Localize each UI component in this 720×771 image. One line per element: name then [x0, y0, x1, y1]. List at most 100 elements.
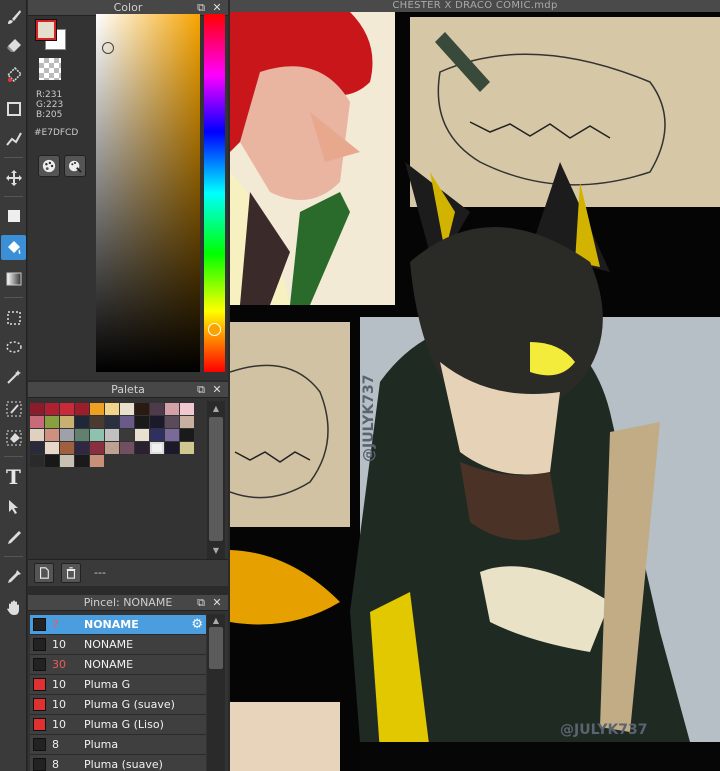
- palette-swatch[interactable]: [180, 442, 194, 454]
- palette-swatch[interactable]: [165, 403, 179, 415]
- palette-swatch[interactable]: [30, 442, 44, 454]
- palette-swatch[interactable]: [135, 403, 149, 415]
- palette-swatch[interactable]: [45, 403, 59, 415]
- palette-swatch[interactable]: [60, 455, 74, 467]
- palette-swatch[interactable]: [135, 429, 149, 441]
- palette-swatch[interactable]: [30, 455, 44, 467]
- close-icon[interactable]: ✕: [211, 383, 223, 396]
- palette-swatch[interactable]: [135, 416, 149, 428]
- palette-swatch[interactable]: [165, 442, 179, 454]
- palette-swatch[interactable]: [150, 442, 164, 454]
- palette-swatch[interactable]: [135, 442, 149, 454]
- palette-swatch[interactable]: [105, 403, 119, 415]
- palette-swatch[interactable]: [45, 455, 59, 467]
- brush-list-item[interactable]: 10 Pluma G: [30, 675, 206, 695]
- gear-icon[interactable]: ⚙: [191, 617, 203, 632]
- color-picker-palette-button[interactable]: [64, 155, 86, 177]
- palette-name[interactable]: ---: [94, 566, 106, 579]
- saturation-value-cursor[interactable]: [102, 42, 114, 54]
- undock-icon[interactable]: ⧉: [195, 383, 207, 396]
- undock-icon[interactable]: ⧉: [195, 1, 207, 14]
- palette-swatch[interactable]: [90, 442, 104, 454]
- scroll-up-icon[interactable]: ▲: [209, 616, 223, 626]
- brush-list-item[interactable]: 10 Pluma G (Liso): [30, 715, 206, 735]
- saturation-value-picker[interactable]: [96, 14, 200, 372]
- scroll-up-icon[interactable]: ▲: [209, 404, 223, 414]
- hue-slider[interactable]: [204, 14, 225, 372]
- select-lasso-tool[interactable]: [1, 335, 26, 360]
- move-tool[interactable]: [1, 165, 26, 190]
- palette-swatch[interactable]: [165, 416, 179, 428]
- comic-artwork[interactable]: @JULYK737 @JULYK737: [230, 12, 720, 771]
- palette-swatch[interactable]: [150, 416, 164, 428]
- palette-swatch[interactable]: [120, 442, 134, 454]
- palette-swatch[interactable]: [75, 429, 89, 441]
- close-icon[interactable]: ✕: [211, 1, 223, 14]
- palette-swatch[interactable]: [105, 442, 119, 454]
- palette-swatch[interactable]: [45, 416, 59, 428]
- palette-swatch[interactable]: [90, 416, 104, 428]
- brush-list-item[interactable]: 8 Pluma (suave): [30, 755, 206, 771]
- brush-list-item[interactable]: 7 NONAME ⚙: [30, 615, 206, 635]
- palette-swatch[interactable]: [60, 442, 74, 454]
- palette-swatch[interactable]: [150, 403, 164, 415]
- palette-swatch[interactable]: [180, 429, 194, 441]
- delete-palette-button[interactable]: [61, 563, 81, 583]
- palette-swatch[interactable]: [30, 429, 44, 441]
- palette-swatch[interactable]: [60, 429, 74, 441]
- palette-swatch[interactable]: [105, 416, 119, 428]
- scroll-down-icon[interactable]: ▼: [209, 546, 223, 556]
- canvas-area[interactable]: CHESTER X DRACO COMIC.mdp @JULYK737 @JUL…: [230, 0, 720, 771]
- hand-tool[interactable]: [1, 595, 26, 620]
- foreground-color-swatch[interactable]: [36, 20, 56, 40]
- line-tool[interactable]: [1, 126, 26, 151]
- brush-list-item[interactable]: 10 NONAME: [30, 635, 206, 655]
- close-icon[interactable]: ✕: [211, 596, 223, 609]
- eraser-soft-tool[interactable]: [1, 62, 26, 87]
- bucket-tool[interactable]: [1, 235, 26, 260]
- palette-swatch[interactable]: [75, 416, 89, 428]
- palette-swatch[interactable]: [150, 429, 164, 441]
- brush-list-item[interactable]: 30 NONAME: [30, 655, 206, 675]
- select-rect-tool[interactable]: [1, 305, 26, 330]
- palette-swatch[interactable]: [180, 403, 194, 415]
- palette-swatch[interactable]: [120, 416, 134, 428]
- brush-list-item[interactable]: 10 Pluma G (suave): [30, 695, 206, 715]
- text-tool[interactable]: T: [1, 464, 26, 489]
- select-eraser-tool[interactable]: [1, 425, 26, 450]
- palette-swatch[interactable]: [45, 429, 59, 441]
- palette-swatch[interactable]: [105, 429, 119, 441]
- palette-swatch[interactable]: [75, 442, 89, 454]
- gradient-tool[interactable]: [1, 266, 26, 291]
- shape-tool[interactable]: [1, 96, 26, 121]
- palette-swatch[interactable]: [180, 416, 194, 428]
- magic-wand-tool[interactable]: [1, 364, 26, 389]
- palette-swatch[interactable]: [30, 403, 44, 415]
- palette-swatch[interactable]: [60, 416, 74, 428]
- fill-rect-tool[interactable]: [1, 203, 26, 228]
- palette-scroll-thumb[interactable]: [209, 417, 223, 541]
- palette-swatch[interactable]: [165, 429, 179, 441]
- brush-tool[interactable]: [1, 4, 26, 29]
- palette-swatch[interactable]: [120, 429, 134, 441]
- transparent-color-swatch[interactable]: [39, 58, 61, 80]
- divide-tool[interactable]: [1, 525, 26, 550]
- eraser-tool[interactable]: [1, 33, 26, 58]
- new-palette-button[interactable]: [34, 563, 54, 583]
- palette-swatch[interactable]: [75, 455, 89, 467]
- operation-tool[interactable]: [1, 494, 26, 519]
- palette-swatch[interactable]: [30, 416, 44, 428]
- palette-swatch[interactable]: [90, 403, 104, 415]
- palette-swatch[interactable]: [75, 403, 89, 415]
- hue-slider-handle[interactable]: [208, 323, 221, 336]
- palette-swatch[interactable]: [45, 442, 59, 454]
- brush-scroll-thumb[interactable]: [209, 627, 223, 669]
- palette-swatch[interactable]: [120, 403, 134, 415]
- undock-icon[interactable]: ⧉: [195, 596, 207, 609]
- select-pen-tool[interactable]: [1, 396, 26, 421]
- palette-swatch[interactable]: [90, 429, 104, 441]
- brush-list-item[interactable]: 8 Pluma: [30, 735, 206, 755]
- eyedropper-tool[interactable]: [1, 564, 26, 589]
- palette-swatch[interactable]: [60, 403, 74, 415]
- palette-swatch[interactable]: [90, 455, 104, 467]
